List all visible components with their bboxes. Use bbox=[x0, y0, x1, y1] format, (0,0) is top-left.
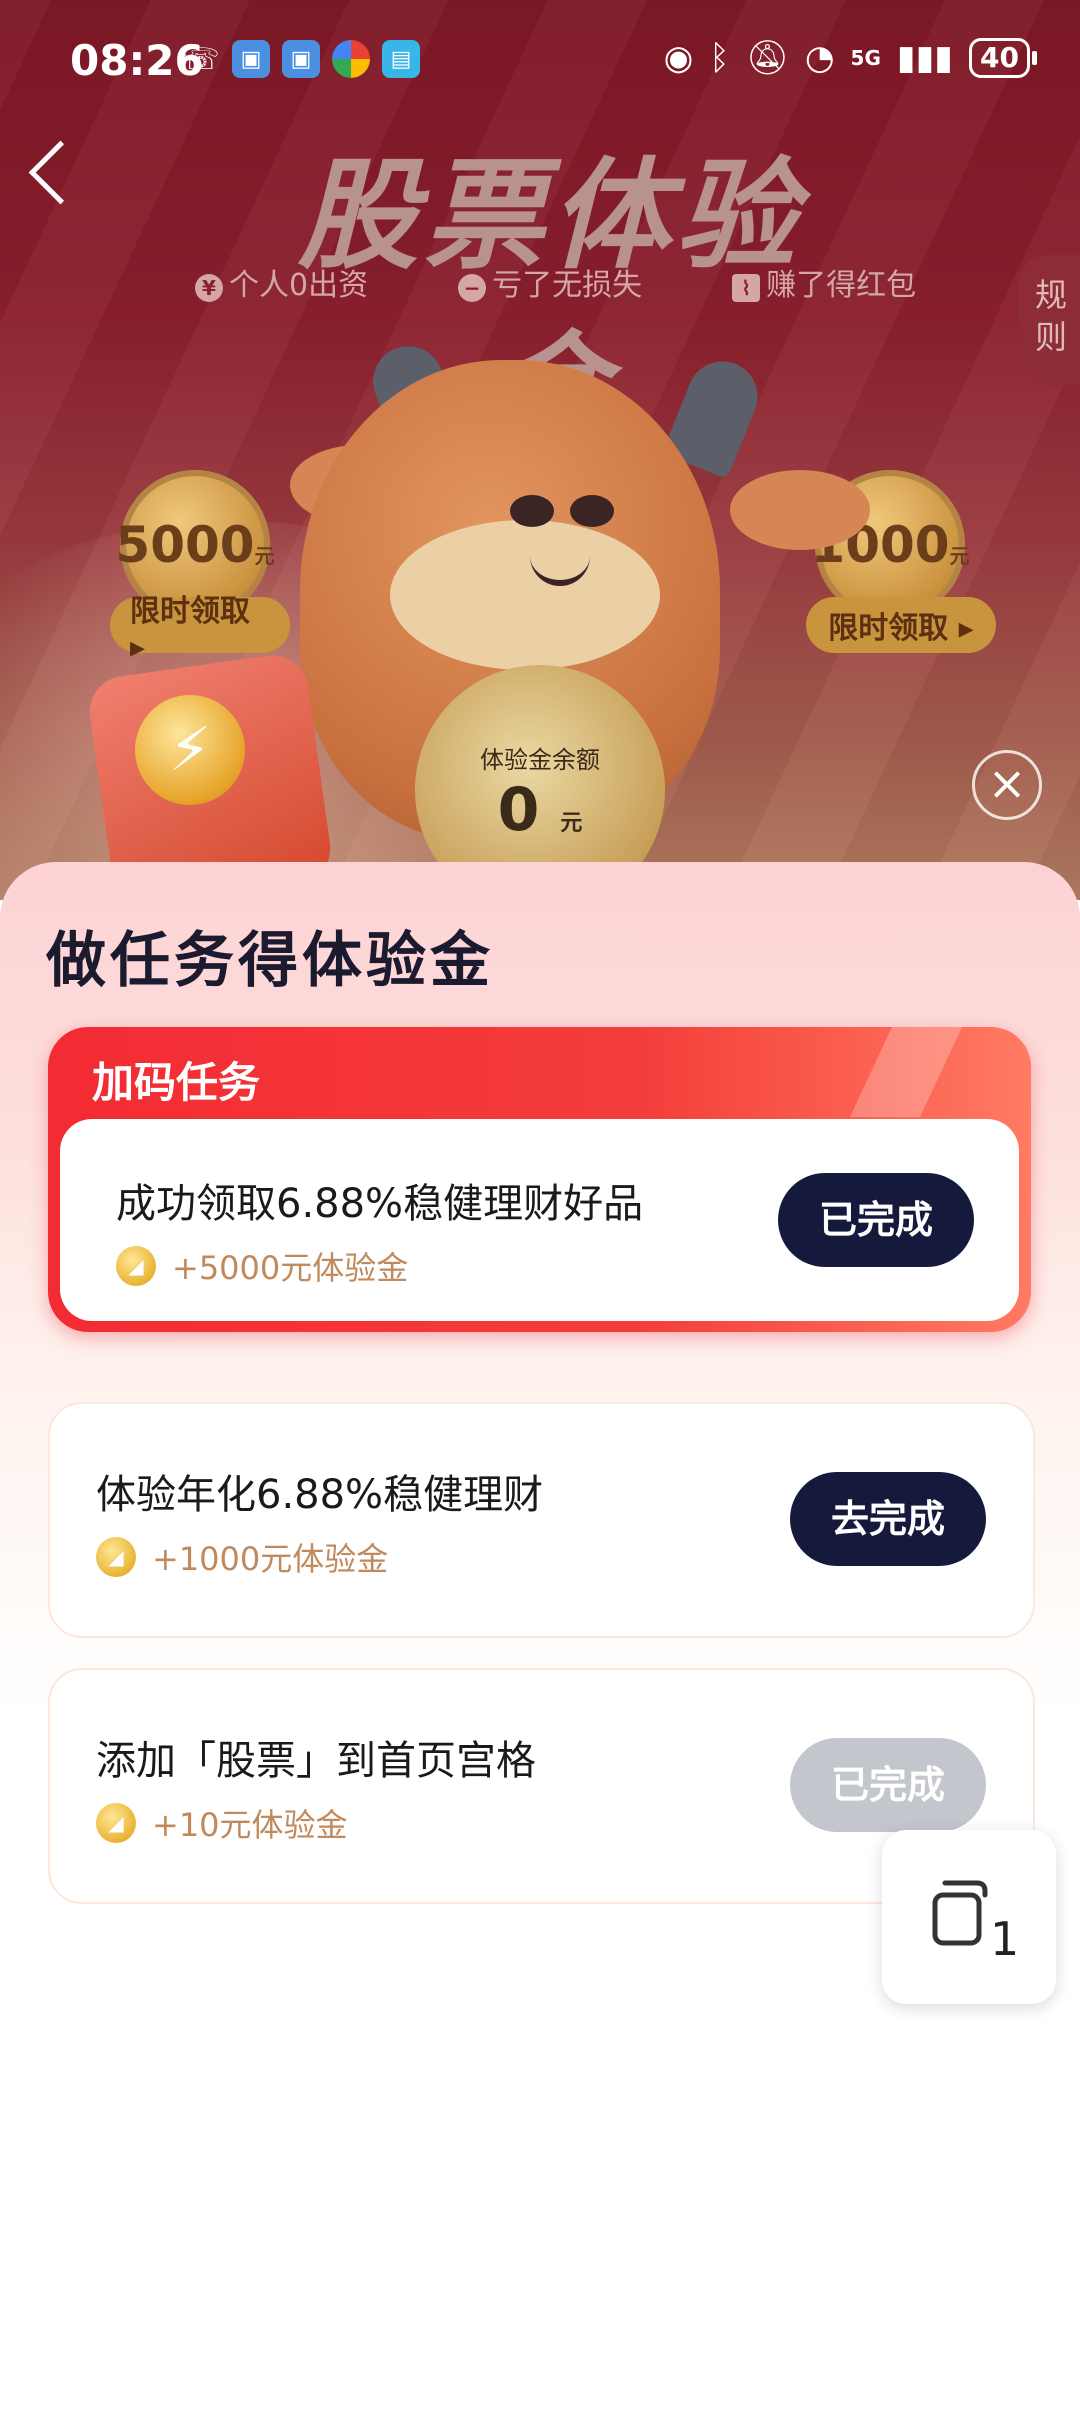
cow-muzzle bbox=[390, 520, 660, 670]
signal-icon: ▮▮▮ bbox=[896, 38, 954, 78]
cow-eye-right bbox=[570, 495, 614, 527]
banner-background: 08:26 ☏ ▣ ▣ ▤ ◉ ᛒ 🔕︎ ◔ 5G ▮▮▮ 40 股票体验金 ¥… bbox=[0, 0, 1080, 900]
tag-red-packet: ⌇ 赚了得红包 bbox=[732, 260, 916, 304]
task-title: 添加「股票」到首页宫格 bbox=[96, 1738, 536, 1784]
sheet-title: 做任务得体验金 bbox=[46, 926, 494, 996]
status-bar: 08:26 ☏ ▣ ▣ ▤ ◉ ᛒ 🔕︎ ◔ 5G ▮▮▮ 40 bbox=[0, 0, 1080, 125]
go-complete-button[interactable]: 去完成 bbox=[790, 1472, 986, 1566]
window-count: 1 bbox=[990, 1912, 1020, 1966]
balance-label: 体验金余额 bbox=[480, 746, 600, 774]
cow-ear-right bbox=[730, 470, 870, 550]
claim-1000-button[interactable]: 限时领取 ▸ bbox=[806, 597, 996, 653]
task-done-button: 已完成 bbox=[790, 1738, 986, 1832]
notification-icons: ☏ ▣ ▣ ▤ bbox=[182, 40, 420, 78]
task-reward: ◢ +5000元体验金 bbox=[116, 1243, 643, 1289]
tag-no-loss: − 亏了无损失 bbox=[458, 260, 642, 304]
task-info: 添加「股票」到首页宫格 ◢ +10元体验金 bbox=[96, 1728, 536, 1846]
floating-window-button[interactable]: 1 bbox=[882, 1830, 1056, 2004]
bonus-decor bbox=[850, 1027, 962, 1117]
coin-icon: ◢ bbox=[96, 1537, 136, 1577]
back-arrow-icon[interactable] bbox=[28, 140, 93, 205]
task-info: 体验年化6.88%稳健理财 ◢ +1000元体验金 bbox=[96, 1462, 543, 1580]
yen-icon: ¥ bbox=[195, 274, 223, 302]
close-icon[interactable]: × bbox=[972, 750, 1042, 820]
tag-no-investment: ¥ 个人0出资 bbox=[195, 260, 368, 304]
chart-icon: ⌇ bbox=[732, 274, 761, 302]
bluetooth-icon: ᛒ bbox=[709, 38, 730, 78]
mute-bell-icon: 🔕︎ bbox=[745, 38, 789, 78]
system-icons: ◉ ᛒ 🔕︎ ◔ 5G ▮▮▮ 40 bbox=[663, 38, 1037, 78]
balance-value: 0 元 bbox=[497, 775, 583, 845]
rules-button[interactable]: 规则 bbox=[1018, 255, 1080, 385]
task-card: 体验年化6.88%稳健理财 ◢ +1000元体验金 去完成 bbox=[48, 1402, 1035, 1638]
task-info: 成功领取6.88%稳健理财好品 ◢ +5000元体验金 bbox=[116, 1171, 643, 1289]
bonus-task-label: 加码任务 bbox=[92, 1058, 261, 1107]
bonus-task-card: 加码任务 成功领取6.88%稳健理财好品 ◢ +5000元体验金 已完成 bbox=[48, 1027, 1031, 1332]
coin-icon: ◢ bbox=[96, 1803, 136, 1843]
bonus-task-done-button[interactable]: 已完成 bbox=[778, 1173, 974, 1267]
claim-5000-button[interactable]: 限时领取 ▸ bbox=[110, 594, 290, 665]
task-sheet: 做任务得体验金 加码任务 成功领取6.88%稳健理财好品 ◢ +5000元体验金… bbox=[0, 862, 1080, 2412]
wifi-icon: ◔ bbox=[804, 38, 835, 78]
cow-eye-left bbox=[510, 495, 554, 527]
bonus-task-item: 成功领取6.88%稳健理财好品 ◢ +5000元体验金 已完成 bbox=[60, 1119, 1019, 1321]
minus-icon: − bbox=[458, 274, 487, 302]
battery-icon: 40 bbox=[969, 38, 1037, 78]
missed-call-icon: ☏ bbox=[182, 41, 220, 77]
coin-icon: ◢ bbox=[116, 1246, 156, 1286]
task-reward: ◢ +1000元体验金 bbox=[96, 1534, 543, 1580]
lightning-coin-icon: ⚡︎ bbox=[135, 695, 245, 805]
app-notification-icon: ▣ bbox=[232, 40, 270, 78]
network-type: 5G bbox=[850, 46, 881, 70]
task-title: 体验年化6.88%稳健理财 bbox=[96, 1472, 544, 1518]
colorful-app-icon bbox=[332, 40, 370, 78]
app-notification-icon-2: ▣ bbox=[282, 40, 320, 78]
stack-pages-icon bbox=[932, 1880, 988, 1946]
task-reward: ◢ +10元体验金 bbox=[96, 1800, 536, 1846]
task-title: 成功领取6.88%稳健理财好品 bbox=[116, 1181, 644, 1227]
book-app-icon: ▤ bbox=[382, 40, 420, 78]
eye-icon: ◉ bbox=[663, 38, 694, 78]
benefit-tags: ¥ 个人0出资 − 亏了无损失 ⌇ 赚了得红包 bbox=[195, 260, 916, 304]
